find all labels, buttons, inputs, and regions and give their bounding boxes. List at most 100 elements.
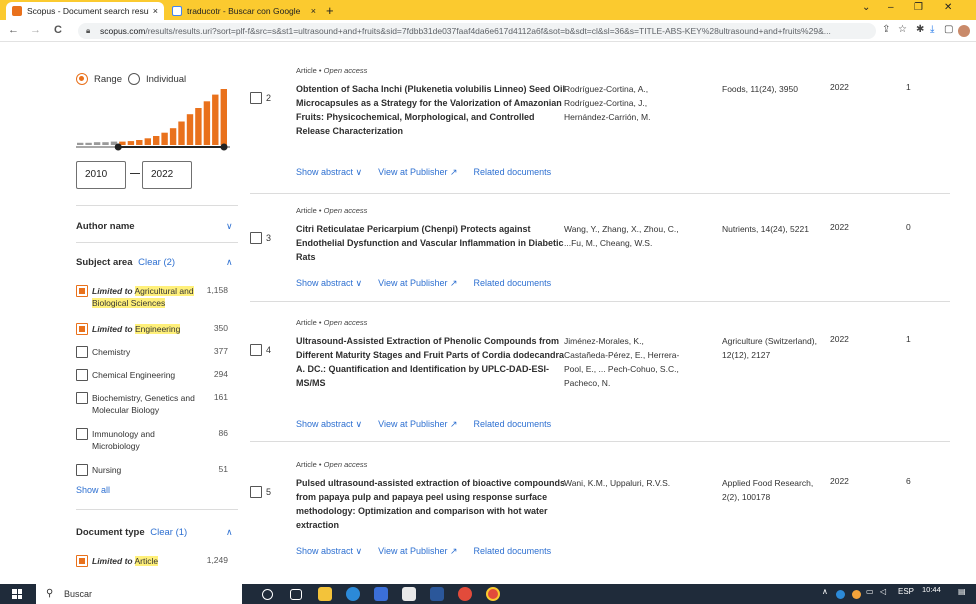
year-from-input[interactable]: 2010 xyxy=(76,161,126,189)
show-all-link[interactable]: Show all xyxy=(76,485,110,495)
store-icon[interactable] xyxy=(374,587,388,601)
subject-area-clear-link[interactable]: Clear (2) xyxy=(138,257,175,268)
result-title-link[interactable]: Citri Reticulatae Pericarpium (Chenpi) P… xyxy=(296,222,566,264)
show-abstract-button[interactable]: Show abstract ∨ xyxy=(296,278,362,289)
taskbar-clock[interactable]: 10:44 xyxy=(922,585,941,594)
volume-icon[interactable]: ◁ xyxy=(880,587,886,596)
url-bar[interactable]: 🔒︎ scopus.com/results/results.uri?sort=p… xyxy=(78,23,876,39)
mail-icon[interactable] xyxy=(402,587,416,601)
close-tab-icon[interactable]: × xyxy=(311,6,316,16)
file-explorer-icon[interactable] xyxy=(318,587,332,601)
checkbox-checked-icon[interactable] xyxy=(76,555,88,567)
chevron-up-icon[interactable]: ∧ xyxy=(226,527,233,538)
histogram-bar xyxy=(153,136,160,145)
result-cited-by[interactable]: 6 xyxy=(906,476,911,486)
result-year: 2022 xyxy=(830,334,849,344)
result-checkbox[interactable] xyxy=(250,232,262,244)
language-indicator[interactable]: ESP xyxy=(898,587,914,596)
checkbox-icon[interactable] xyxy=(76,392,88,404)
result-authors[interactable]: Wang, Y., Zhang, X., Zhou, C., ...Fu, M.… xyxy=(564,222,684,250)
checkbox-checked-icon[interactable] xyxy=(76,285,88,297)
result-cited-by[interactable]: 1 xyxy=(906,82,911,92)
range-handle-start[interactable] xyxy=(114,143,122,151)
chrome-icon[interactable] xyxy=(458,587,472,601)
forward-button[interactable]: → xyxy=(30,24,41,36)
minimize-button[interactable]: – xyxy=(888,2,894,13)
download-icon[interactable]: ⤓ xyxy=(930,24,934,35)
reload-button[interactable]: C xyxy=(54,24,62,36)
result-source[interactable]: Agriculture (Switzerland), 12(12), 2127 xyxy=(722,334,832,362)
back-button[interactable]: ← xyxy=(8,24,19,36)
new-tab-button[interactable]: + xyxy=(326,3,334,18)
checkbox-icon[interactable] xyxy=(76,428,88,440)
onedrive-icon[interactable] xyxy=(836,590,845,599)
windows-start-icon[interactable] xyxy=(12,589,22,599)
result-authors[interactable]: Rodríguez-Cortina, A., Rodríguez-Cortina… xyxy=(564,82,684,124)
show-abstract-button[interactable]: Show abstract ∨ xyxy=(296,546,362,557)
individual-radio[interactable]: Individual xyxy=(128,73,186,85)
range-radio[interactable]: Range xyxy=(76,73,122,85)
word-icon[interactable] xyxy=(430,587,444,601)
result-checkbox[interactable] xyxy=(250,486,262,498)
task-view-icon[interactable] xyxy=(290,589,302,600)
show-abstract-button[interactable]: Show abstract ∨ xyxy=(296,167,362,178)
author-name-facet[interactable]: Author name xyxy=(76,221,135,232)
result-authors[interactable]: Jiménez-Morales, K., Castañeda-Pérez, E.… xyxy=(564,334,684,390)
related-documents-link[interactable]: Related documents xyxy=(474,278,552,289)
close-window-button[interactable]: ✕ xyxy=(944,2,952,13)
chevron-up-icon[interactable]: ∧ xyxy=(226,257,233,268)
profile-avatar[interactable] xyxy=(958,25,970,37)
result-title-link[interactable]: Ultrasound-Assisted Extraction of Phenol… xyxy=(296,334,566,390)
result-checkbox[interactable] xyxy=(250,92,262,104)
related-documents-link[interactable]: Related documents xyxy=(474,167,552,178)
notifications-icon[interactable]: ▤ xyxy=(958,587,966,596)
result-title-link[interactable]: Pulsed ultrasound-assisted extraction of… xyxy=(296,476,566,532)
related-documents-link[interactable]: Related documents xyxy=(474,419,552,430)
edge-icon[interactable] xyxy=(346,587,360,601)
checkbox-icon[interactable] xyxy=(76,464,88,476)
tab-scopus[interactable]: Scopus - Document search results × xyxy=(6,2,164,20)
subject-area-facet[interactable]: Subject area Clear (2) xyxy=(76,257,175,268)
result-actions: Show abstract ∨ View at Publisher ↗ Rela… xyxy=(296,419,567,430)
chrome-profile-icon[interactable] xyxy=(486,587,500,601)
taskbar-search-input[interactable]: ⚲ Buscar xyxy=(36,584,242,604)
result-authors[interactable]: Wani, K.M., Uppaluri, R.V.S. xyxy=(564,476,684,490)
show-abstract-button[interactable]: Show abstract ∨ xyxy=(296,419,362,430)
checkbox-icon[interactable] xyxy=(76,369,88,381)
subject-count: 294 xyxy=(213,369,228,379)
result-source[interactable]: Foods, 11(24), 3950 xyxy=(722,82,832,96)
sidepanel-icon[interactable]: ▢ xyxy=(944,24,953,35)
result-cited-by[interactable]: 0 xyxy=(906,222,911,232)
tab-google[interactable]: traducotr - Buscar con Google × xyxy=(166,2,322,20)
extensions-icon[interactable]: ✱ xyxy=(916,24,924,35)
result-source[interactable]: Nutrients, 14(24), 5221 xyxy=(722,222,832,236)
checkbox-icon[interactable] xyxy=(76,346,88,358)
document-type-clear-link[interactable]: Clear (1) xyxy=(150,527,187,538)
range-handle-end[interactable] xyxy=(220,143,228,151)
result-cited-by[interactable]: 1 xyxy=(906,334,911,344)
security-icon[interactable] xyxy=(852,590,861,599)
share-icon[interactable]: ⇪ xyxy=(882,24,890,35)
view-at-publisher-link[interactable]: View at Publisher ↗ xyxy=(378,546,457,557)
view-at-publisher-link[interactable]: View at Publisher ↗ xyxy=(378,419,457,430)
tab-search-chevron-icon[interactable]: ⌄ xyxy=(862,2,870,13)
checkbox-checked-icon[interactable] xyxy=(76,323,88,335)
network-icon[interactable]: ▭ xyxy=(866,587,874,596)
view-at-publisher-link[interactable]: View at Publisher ↗ xyxy=(378,278,457,289)
result-title-link[interactable]: Obtention of Sacha Inchi (Plukenetia vol… xyxy=(296,82,566,138)
histogram-bar xyxy=(85,142,92,145)
year-histogram[interactable] xyxy=(76,87,230,157)
limited-to-label: Limited to xyxy=(92,556,133,566)
maximize-button[interactable]: ❐ xyxy=(914,2,923,13)
year-to-input[interactable]: 2022 xyxy=(142,161,192,189)
chevron-down-icon[interactable]: ∨ xyxy=(226,221,233,232)
close-tab-icon[interactable]: × xyxy=(153,6,158,16)
result-checkbox[interactable] xyxy=(250,344,262,356)
bookmark-star-icon[interactable]: ☆ xyxy=(898,24,907,35)
view-at-publisher-link[interactable]: View at Publisher ↗ xyxy=(378,167,457,178)
cortana-icon[interactable] xyxy=(262,589,273,600)
result-source[interactable]: Applied Food Research, 2(2), 100178 xyxy=(722,476,832,504)
document-type-facet[interactable]: Document type Clear (1) xyxy=(76,527,187,538)
related-documents-link[interactable]: Related documents xyxy=(474,546,552,557)
tray-chevron-icon[interactable]: ∧ xyxy=(822,587,828,596)
